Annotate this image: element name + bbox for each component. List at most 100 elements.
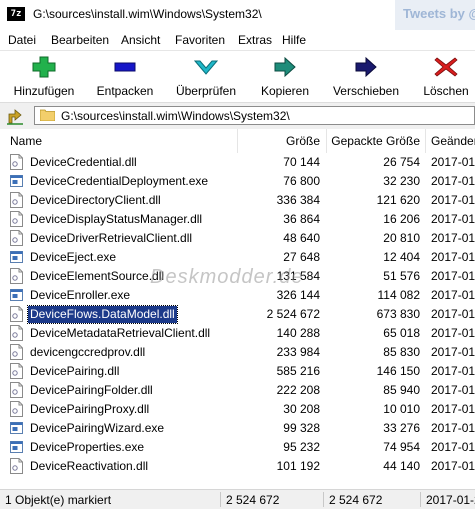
move-button[interactable]: Verschieben bbox=[326, 53, 406, 99]
menu-datei[interactable]: Datei bbox=[8, 33, 36, 47]
file-size: 99 328 bbox=[283, 421, 320, 435]
column-packed-size[interactable]: Gepackte Größe bbox=[330, 134, 420, 148]
column-divider[interactable] bbox=[326, 129, 327, 153]
menu-hilfe[interactable]: Hilfe bbox=[282, 33, 306, 47]
file-modified-date: 2017-01- bbox=[431, 269, 475, 283]
file-size: 140 288 bbox=[276, 326, 320, 340]
file-row[interactable]: DeviceEject.exe 27 648 12 404 2017-01- bbox=[0, 248, 475, 267]
file-row[interactable]: DevicePairing.dll 585 216 146 150 2017-01- bbox=[0, 362, 475, 381]
dll-file-icon bbox=[10, 192, 23, 208]
file-row[interactable]: devicengccredprov.dll 233 984 85 830 2017-0… bbox=[0, 343, 475, 362]
file-modified-date: 2017-01- bbox=[431, 459, 475, 473]
file-row[interactable]: DevicePairingFolder.dll 222 208 85 940 2017… bbox=[0, 381, 475, 400]
file-size: 222 208 bbox=[276, 383, 320, 397]
watermark: Deskmodder.de bbox=[150, 266, 304, 288]
file-name: DeviceReactivation.dll bbox=[30, 459, 149, 473]
dll-file-icon bbox=[10, 382, 23, 398]
file-row[interactable]: DeviceMetadataRetrievalClient.dll 140 288… bbox=[0, 324, 475, 343]
file-packed-size: 10 010 bbox=[383, 402, 420, 416]
exe-file-icon bbox=[10, 441, 23, 453]
dll-file-icon bbox=[10, 401, 23, 417]
file-modified-date: 2017-01- bbox=[431, 212, 475, 226]
file-packed-size: 44 140 bbox=[383, 459, 420, 473]
background-window-text: Tweets by @ bbox=[395, 0, 475, 30]
menu-bar: Datei Bearbeiten Ansicht Favoriten Extra… bbox=[0, 30, 475, 51]
path-text: G:\sources\install.wim\Windows\System32\ bbox=[61, 109, 290, 123]
file-modified-date: 2017-01- bbox=[431, 402, 475, 416]
column-header-row: Name Größe Gepackte Größe Geänder bbox=[0, 129, 475, 154]
add-button[interactable]: Hinzufügen bbox=[6, 53, 82, 99]
file-row[interactable]: DeviceCredential.dll 70 144 26 754 2017-01- bbox=[0, 153, 475, 172]
file-name: DeviceCredentialDeployment.exe bbox=[30, 174, 209, 188]
file-modified-date: 2017-01- bbox=[431, 364, 475, 378]
file-size: 101 192 bbox=[276, 459, 320, 473]
column-divider[interactable] bbox=[425, 129, 426, 153]
address-bar: G:\sources\install.wim\Windows\System32\ bbox=[0, 102, 475, 130]
file-row[interactable]: DevicePairingProxy.dll 30 208 10 010 2017-0… bbox=[0, 400, 475, 419]
file-name: DevicePairingFolder.dll bbox=[30, 383, 153, 397]
test-button[interactable]: Überprüfen bbox=[168, 53, 244, 99]
file-modified-date: 2017-01- bbox=[431, 345, 475, 359]
test-checkmark-icon bbox=[194, 60, 218, 75]
file-name: DeviceDisplayStatusManager.dll bbox=[30, 212, 203, 226]
delete-button[interactable]: Löschen bbox=[416, 53, 475, 99]
file-row[interactable]: DevicePairingWizard.exe 99 328 33 276 2017-… bbox=[0, 419, 475, 438]
test-label: Überprüfen bbox=[175, 84, 237, 98]
column-size[interactable]: Größe bbox=[240, 134, 320, 148]
file-packed-size: 121 620 bbox=[376, 193, 420, 207]
dll-file-icon bbox=[10, 325, 23, 341]
file-modified-date: 2017-01- bbox=[431, 231, 475, 245]
copy-arrow-icon bbox=[274, 56, 296, 78]
file-row[interactable]: DeviceReactivation.dll 101 192 44 140 2017-… bbox=[0, 457, 475, 476]
file-size: 30 208 bbox=[283, 402, 320, 416]
extract-minus-icon bbox=[114, 62, 136, 72]
file-name: DeviceCredential.dll bbox=[30, 155, 137, 169]
column-name[interactable]: Name bbox=[10, 134, 42, 148]
menu-favoriten[interactable]: Favoriten bbox=[175, 33, 225, 47]
file-row[interactable]: DeviceDisplayStatusManager.dll 36 864 16 2… bbox=[0, 210, 475, 229]
file-modified-date: 2017-01- bbox=[431, 155, 475, 169]
file-modified-date: 2017-01- bbox=[431, 307, 475, 321]
move-label: Verschieben bbox=[332, 84, 400, 98]
file-packed-size: 16 206 bbox=[383, 212, 420, 226]
extract-button[interactable]: Entpacken bbox=[90, 53, 160, 99]
file-list[interactable]: DeviceCredential.dll 70 144 26 754 2017-01-… bbox=[0, 153, 475, 489]
7zip-app-icon: 7z bbox=[7, 7, 25, 21]
file-row[interactable]: DeviceFlows.DataModel.dll 2 524 672 673 83… bbox=[0, 305, 475, 324]
file-name: DevicePairingProxy.dll bbox=[30, 402, 150, 416]
status-divider bbox=[420, 492, 421, 507]
menu-extras[interactable]: Extras bbox=[238, 33, 272, 47]
dll-file-icon bbox=[10, 306, 23, 322]
file-name: DeviceElementSource.dll bbox=[30, 269, 165, 283]
file-packed-size: 146 150 bbox=[376, 364, 420, 378]
menu-bearbeiten[interactable]: Bearbeiten bbox=[51, 33, 109, 47]
file-name: DevicePairing.dll bbox=[30, 364, 120, 378]
status-divider bbox=[323, 492, 324, 507]
folder-up-icon[interactable] bbox=[6, 107, 24, 125]
file-row[interactable]: DeviceCredentialDeployment.exe 76 800 32 2… bbox=[0, 172, 475, 191]
file-size: 48 640 bbox=[283, 231, 320, 245]
extract-label: Entpacken bbox=[96, 84, 154, 98]
menu-ansicht[interactable]: Ansicht bbox=[121, 33, 160, 47]
path-input[interactable]: G:\sources\install.wim\Windows\System32\ bbox=[34, 106, 475, 125]
file-row[interactable]: DeviceProperties.exe 95 232 74 954 2017-01- bbox=[0, 438, 475, 457]
file-name: DeviceProperties.exe bbox=[30, 440, 145, 454]
file-modified-date: 2017-01- bbox=[431, 421, 475, 435]
dll-file-icon bbox=[10, 211, 23, 227]
selection-status: 1 Objekt(e) markiert bbox=[5, 493, 112, 507]
file-modified-date: 2017-01- bbox=[431, 383, 475, 397]
file-name: DeviceEject.exe bbox=[30, 250, 117, 264]
copy-label: Kopieren bbox=[260, 84, 310, 98]
column-divider[interactable] bbox=[237, 129, 238, 153]
file-modified-date: 2017-01- bbox=[431, 288, 475, 302]
copy-button[interactable]: Kopieren bbox=[252, 53, 318, 99]
file-row[interactable]: DeviceDirectoryClient.dll 336 384 121 620 2… bbox=[0, 191, 475, 210]
selected-date: 2017-01-2 bbox=[426, 493, 475, 507]
file-packed-size: 114 082 bbox=[377, 288, 421, 302]
file-row[interactable]: DeviceDriverRetrievalClient.dll 48 640 20 … bbox=[0, 229, 475, 248]
dll-file-icon bbox=[10, 344, 23, 360]
file-size: 36 864 bbox=[283, 212, 320, 226]
column-modified[interactable]: Geänder bbox=[431, 134, 475, 148]
file-name: DeviceEnroller.exe bbox=[30, 288, 131, 302]
file-size: 70 144 bbox=[283, 155, 320, 169]
